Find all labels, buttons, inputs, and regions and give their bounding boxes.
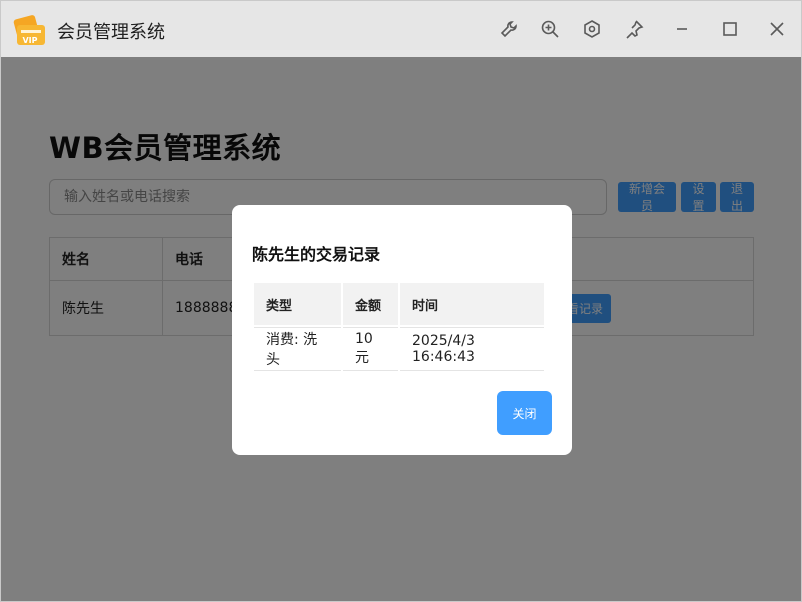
column-header-type: 类型 <box>254 283 341 325</box>
title-bar: VIP 会员管理系统 <box>1 1 801 57</box>
records-table: 类型 金额 时间 消费: 洗头 10元 2025/4/3 16:46:43 <box>252 281 546 373</box>
minimize-icon[interactable] <box>670 17 694 41</box>
wrench-icon[interactable] <box>497 17 521 41</box>
app-window: VIP 会员管理系统 WB会员管理系统 新增会员 设置 退出 <box>0 0 802 602</box>
table-row: 消费: 洗头 10元 2025/4/3 16:46:43 <box>254 327 544 371</box>
records-header-row: 类型 金额 时间 <box>254 283 544 325</box>
pin-icon[interactable] <box>622 17 646 41</box>
settings-icon[interactable] <box>580 17 604 41</box>
column-header-time: 时间 <box>400 283 544 325</box>
zoom-in-icon[interactable] <box>538 17 562 41</box>
vip-logo-icon: VIP <box>13 13 47 47</box>
close-button[interactable]: 关闭 <box>497 391 552 435</box>
column-header-amount: 金额 <box>343 283 398 325</box>
transaction-records-dialog: 陈先生的交易记录 类型 金额 时间 消费: 洗头 10元 2025/4/3 16… <box>232 205 572 455</box>
window-title: 会员管理系统 <box>57 22 165 43</box>
cell-type: 消费: 洗头 <box>254 327 341 371</box>
maximize-icon[interactable] <box>718 17 742 41</box>
dialog-title: 陈先生的交易记录 <box>252 245 381 264</box>
cell-amount: 10元 <box>343 327 398 371</box>
svg-text:VIP: VIP <box>22 36 37 45</box>
close-icon[interactable] <box>765 17 789 41</box>
cell-time: 2025/4/3 16:46:43 <box>400 327 544 371</box>
